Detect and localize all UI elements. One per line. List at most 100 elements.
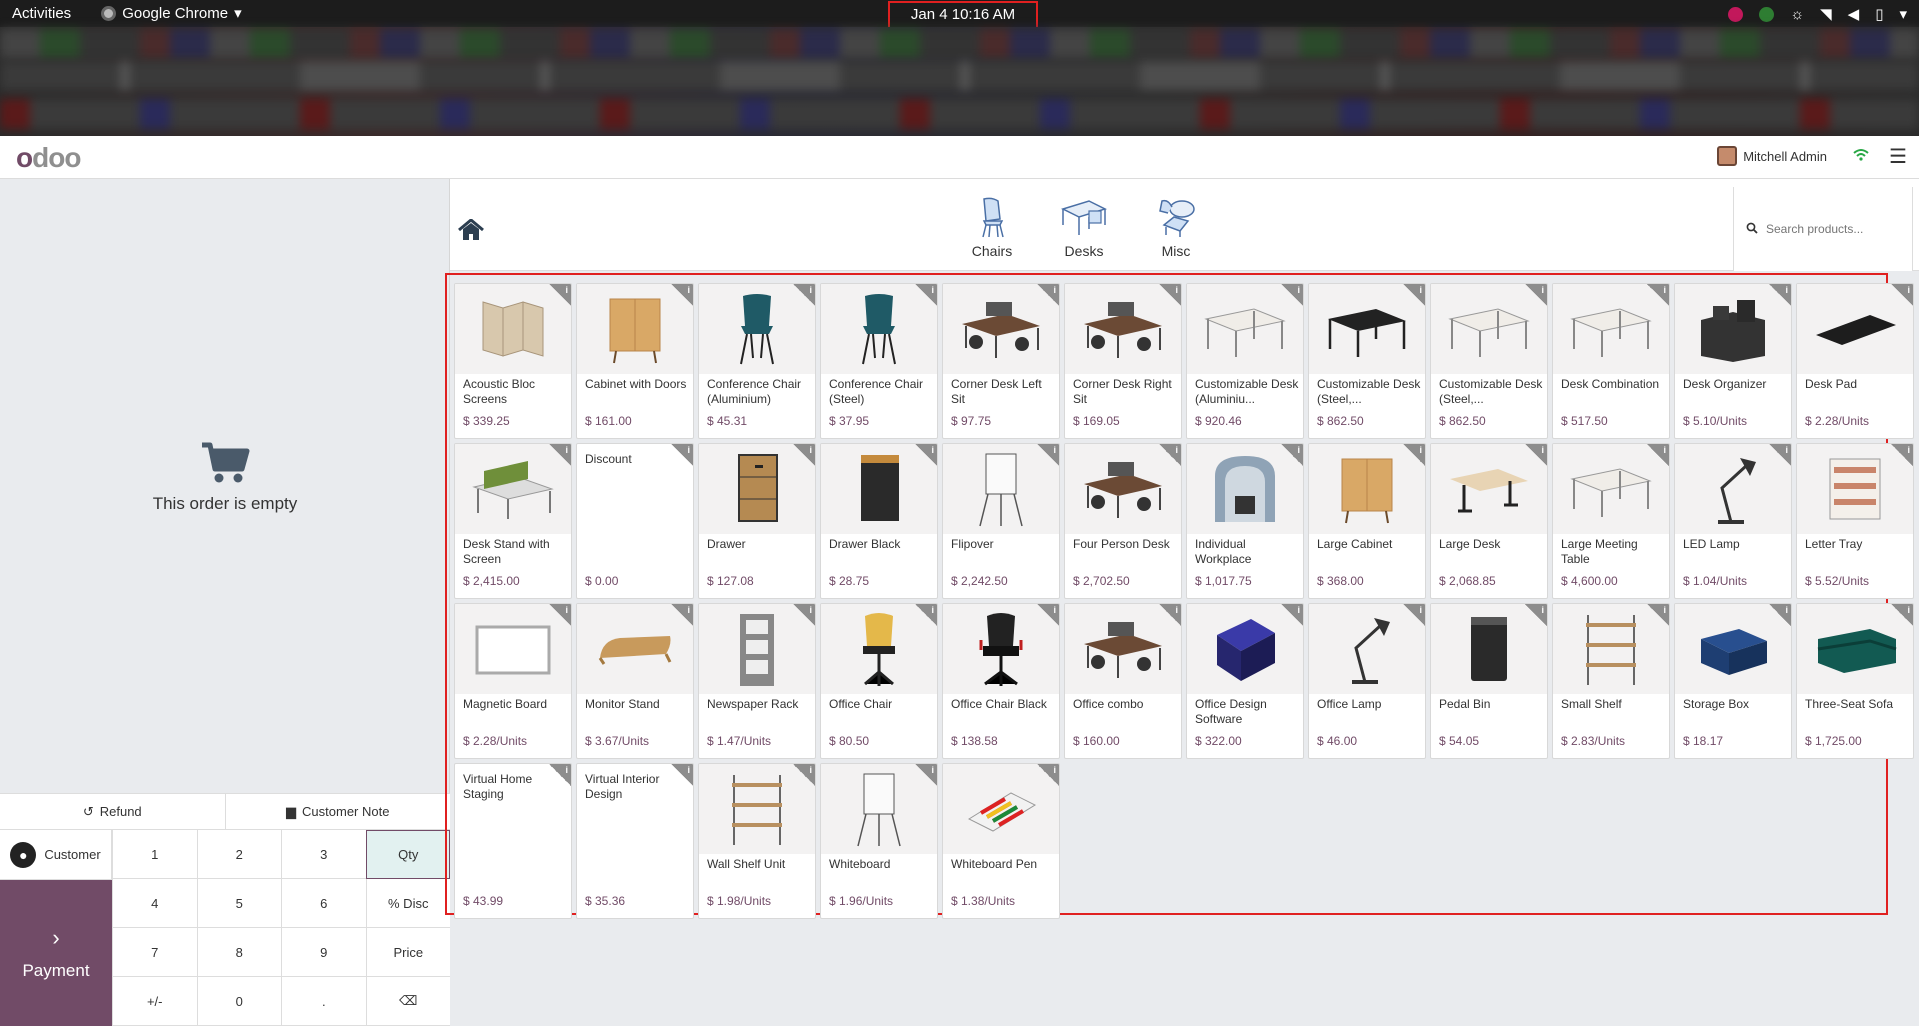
app-menu[interactable]: Google Chrome ▾: [101, 4, 242, 22]
category-misc[interactable]: Misc: [1141, 195, 1211, 259]
info-icon[interactable]: i: [1769, 604, 1791, 626]
product-card[interactable]: i Wall Shelf Unit $ 1.98/Units: [698, 763, 816, 919]
info-icon[interactable]: i: [1891, 604, 1913, 626]
info-icon[interactable]: i: [793, 444, 815, 466]
refund-button[interactable]: ↺ Refund: [0, 794, 225, 829]
product-card[interactable]: i Customizable Desk (Steel,... $ 862.50: [1308, 283, 1426, 439]
product-card[interactable]: i Storage Box $ 18.17: [1674, 603, 1792, 759]
product-card[interactable]: i Individual Workplace $ 1,017.75: [1186, 443, 1304, 599]
product-card[interactable]: i Discount $ 0.00: [576, 443, 694, 599]
info-icon[interactable]: i: [1281, 444, 1303, 466]
product-card[interactable]: i Desk Stand with Screen $ 2,415.00: [454, 443, 572, 599]
product-card[interactable]: i Small Shelf $ 2.83/Units: [1552, 603, 1670, 759]
home-icon[interactable]: [458, 219, 484, 241]
product-card[interactable]: i Newspaper Rack $ 1.47/Units: [698, 603, 816, 759]
product-card[interactable]: i LED Lamp $ 1.04/Units: [1674, 443, 1792, 599]
product-card[interactable]: i Customizable Desk (Steel,... $ 862.50: [1430, 283, 1548, 439]
numpad-key[interactable]: 8: [196, 928, 281, 977]
numpad-key[interactable]: 6: [281, 879, 366, 928]
info-icon[interactable]: i: [1403, 604, 1425, 626]
info-icon[interactable]: i: [1281, 284, 1303, 306]
info-icon[interactable]: i: [1769, 284, 1791, 306]
info-icon[interactable]: i: [1769, 444, 1791, 466]
product-card[interactable]: i Whiteboard $ 1.96/Units: [820, 763, 938, 919]
info-icon[interactable]: i: [671, 284, 693, 306]
info-icon[interactable]: i: [1891, 284, 1913, 306]
product-card[interactable]: i Virtual Home Staging $ 43.99: [454, 763, 572, 919]
info-icon[interactable]: i: [549, 284, 571, 306]
product-card[interactable]: i Office Design Software $ 322.00: [1186, 603, 1304, 759]
product-card[interactable]: i Three-Seat Sofa $ 1,725.00: [1796, 603, 1914, 759]
wifi-icon[interactable]: ◥: [1820, 5, 1832, 23]
product-card[interactable]: i Pedal Bin $ 54.05: [1430, 603, 1548, 759]
numpad-key[interactable]: 4: [112, 879, 197, 928]
product-card[interactable]: i Desk Pad $ 2.28/Units: [1796, 283, 1914, 439]
numpad-key[interactable]: 2: [196, 830, 281, 879]
product-card[interactable]: i Corner Desk Right Sit $ 169.05: [1064, 283, 1182, 439]
info-icon[interactable]: i: [1525, 284, 1547, 306]
numpad-key[interactable]: 5: [196, 879, 281, 928]
info-icon[interactable]: i: [793, 764, 815, 786]
app-indicator-icon[interactable]: [1759, 6, 1775, 22]
product-card[interactable]: i Office Chair $ 80.50: [820, 603, 938, 759]
info-icon[interactable]: i: [793, 284, 815, 306]
product-card[interactable]: i Office Chair Black $ 138.58: [942, 603, 1060, 759]
product-card[interactable]: i Desk Combination $ 517.50: [1552, 283, 1670, 439]
search-input[interactable]: [1766, 222, 1896, 236]
numpad-key[interactable]: 3: [281, 830, 366, 879]
customer-note-button[interactable]: ▆ Customer Note: [224, 794, 451, 829]
product-card[interactable]: i Flipover $ 2,242.50: [942, 443, 1060, 599]
category-desks[interactable]: Desks: [1049, 195, 1119, 259]
numpad-key[interactable]: +/-: [112, 977, 197, 1026]
numpad-key[interactable]: .: [281, 977, 366, 1026]
product-card[interactable]: i Drawer Black $ 28.75: [820, 443, 938, 599]
info-icon[interactable]: i: [915, 604, 937, 626]
info-icon[interactable]: i: [1159, 284, 1181, 306]
numpad-key[interactable]: ⌫: [365, 977, 450, 1026]
info-icon[interactable]: i: [793, 604, 815, 626]
info-icon[interactable]: i: [1159, 444, 1181, 466]
numpad-key[interactable]: Price: [365, 928, 450, 977]
product-card[interactable]: i Customizable Desk (Aluminiu... $ 920.46: [1186, 283, 1304, 439]
product-card[interactable]: i Large Desk $ 2,068.85: [1430, 443, 1548, 599]
info-icon[interactable]: i: [1403, 284, 1425, 306]
numpad-key[interactable]: Qty: [365, 830, 450, 879]
category-chairs[interactable]: Chairs: [957, 195, 1027, 259]
product-card[interactable]: i Cabinet with Doors $ 161.00: [576, 283, 694, 439]
product-card[interactable]: i Office Lamp $ 46.00: [1308, 603, 1426, 759]
clock[interactable]: Jan 4 10:16 AM: [888, 1, 1038, 30]
info-icon[interactable]: i: [1525, 444, 1547, 466]
info-icon[interactable]: i: [1891, 444, 1913, 466]
app-indicator-icon[interactable]: [1728, 6, 1744, 22]
numpad-key[interactable]: 7: [112, 928, 197, 977]
info-icon[interactable]: i: [915, 284, 937, 306]
info-icon[interactable]: i: [915, 444, 937, 466]
product-card[interactable]: i Desk Organizer $ 5.10/Units: [1674, 283, 1792, 439]
numpad-key[interactable]: 9: [281, 928, 366, 977]
product-card[interactable]: i Corner Desk Left Sit $ 97.75: [942, 283, 1060, 439]
numpad-key[interactable]: 1: [112, 830, 197, 879]
info-icon[interactable]: i: [1037, 284, 1059, 306]
info-icon[interactable]: i: [671, 604, 693, 626]
product-card[interactable]: i Conference Chair (Steel) $ 37.95: [820, 283, 938, 439]
info-icon[interactable]: i: [1159, 604, 1181, 626]
info-icon[interactable]: i: [1037, 604, 1059, 626]
product-card[interactable]: i Office combo $ 160.00: [1064, 603, 1182, 759]
info-icon[interactable]: i: [1647, 284, 1669, 306]
product-card[interactable]: i Letter Tray $ 5.52/Units: [1796, 443, 1914, 599]
hamburger-menu-icon[interactable]: ☰: [1889, 144, 1907, 169]
product-card[interactable]: i Virtual Interior Design $ 35.36: [576, 763, 694, 919]
battery-icon[interactable]: ▯: [1875, 5, 1883, 23]
product-card[interactable]: i Large Cabinet $ 368.00: [1308, 443, 1426, 599]
product-card[interactable]: i Conference Chair (Aluminium) $ 45.31: [698, 283, 816, 439]
payment-button[interactable]: › Payment: [0, 880, 112, 1026]
product-card[interactable]: i Four Person Desk $ 2,702.50: [1064, 443, 1182, 599]
info-icon[interactable]: i: [1281, 604, 1303, 626]
product-card[interactable]: i Whiteboard Pen $ 1.38/Units: [942, 763, 1060, 919]
product-card[interactable]: i Magnetic Board $ 2.28/Units: [454, 603, 572, 759]
brightness-icon[interactable]: ☼: [1790, 6, 1804, 23]
info-icon[interactable]: i: [549, 444, 571, 466]
numpad-key[interactable]: % Disc: [365, 879, 450, 928]
activities-button[interactable]: Activities: [12, 5, 71, 22]
customer-button[interactable]: ● Customer: [0, 830, 112, 880]
